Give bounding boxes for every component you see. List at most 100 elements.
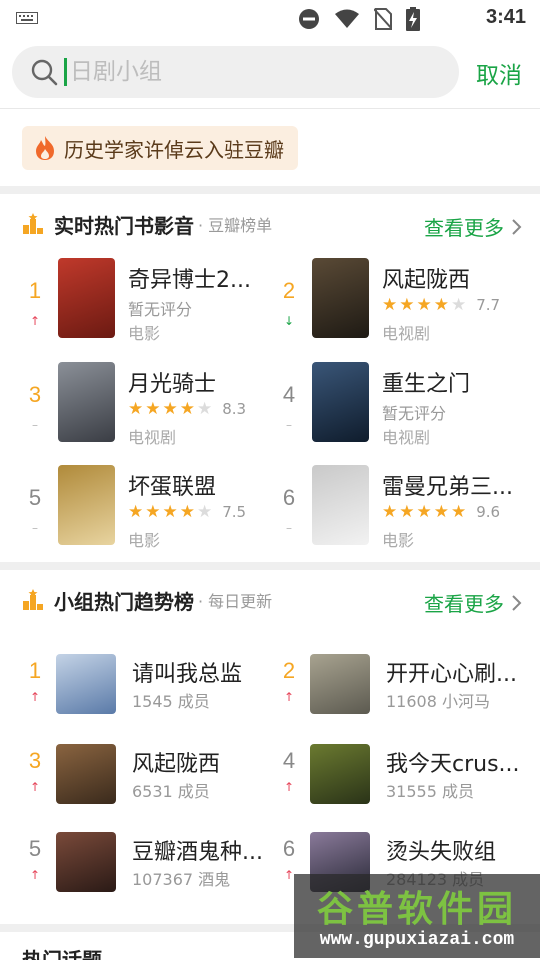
media-type: 电视剧 [382, 428, 431, 447]
battery-charging-icon [406, 7, 420, 31]
star-icon: ★ [451, 294, 467, 315]
rating: ★ ★ ★ ★ ★ 9.6 [382, 503, 500, 521]
group-members: 1545 成员 [132, 692, 210, 711]
media-item[interactable]: 5 – 坏蛋联盟 ★ ★ ★ ★ ★ 7.5 电影 [22, 465, 272, 551]
star-icon: ★ [382, 501, 398, 522]
rating: ★ ★ ★ ★ ★ 7.7 [382, 296, 500, 314]
group-members: 11608 小河马 [386, 692, 490, 711]
section-subtitle: · 豆瓣榜单 [198, 216, 273, 235]
group-title: 豆瓣酒鬼种... [132, 840, 263, 865]
rank-number: 5 [28, 485, 42, 510]
watermark: 谷普软件园 www.gupuxiazai.com [294, 874, 540, 958]
trend-flat-icon: – [32, 418, 38, 432]
rating-score: 8.3 [222, 400, 247, 418]
search-input[interactable] [70, 56, 430, 88]
star-icon: ★ [197, 501, 213, 522]
see-more-label: 查看更多 [424, 592, 504, 616]
section-title: 实时热门书影音 [54, 213, 194, 238]
media-title: 奇异博士2... [128, 268, 251, 293]
trend-up-icon: ↑ [29, 690, 41, 704]
star-icon: ★ [399, 501, 415, 522]
see-more-link[interactable]: 查看更多 [424, 588, 522, 617]
star-icon: ★ [145, 398, 161, 419]
group-members: 107367 酒鬼 [132, 870, 231, 889]
star-icon: ★ [197, 398, 213, 419]
rank-number: 1 [28, 658, 42, 683]
group-item[interactable]: 4 ↑ 我今天crus... 31555 成员 [276, 742, 526, 808]
media-type: 电影 [382, 531, 415, 550]
group-members: 6531 成员 [132, 782, 210, 801]
hot-groups-header: 小组热门趋势榜 · 每日更新 查看更多 [22, 580, 522, 620]
rank-number: 5 [28, 836, 42, 861]
wifi-icon [335, 9, 359, 28]
star-icon: ★ [179, 501, 195, 522]
flame-icon [36, 136, 54, 160]
text-cursor [64, 58, 67, 86]
group-item[interactable]: 5 ↑ 豆瓣酒鬼种... 107367 酒鬼 [22, 830, 272, 896]
hot-topics-title: 热门话题 [22, 948, 102, 960]
trend-flat-icon: – [32, 521, 38, 535]
watermark-logo: 谷普软件园 [316, 889, 517, 930]
search-box[interactable] [12, 46, 459, 98]
group-avatar [56, 654, 116, 714]
ranking-icon [23, 213, 43, 234]
section-title: 小组热门趋势榜 [54, 589, 194, 614]
star-icon: ★ [128, 501, 144, 522]
group-item[interactable]: 3 ↑ 风起陇西 6531 成员 [22, 742, 272, 808]
group-avatar [310, 744, 370, 804]
media-item[interactable]: 4 – 重生之门 暂无评分 电视剧 [276, 362, 526, 448]
poster-image [58, 258, 115, 338]
group-avatar [310, 654, 370, 714]
star-icon: ★ [416, 501, 432, 522]
media-item[interactable]: 6 – 雷曼兄弟三... ★ ★ ★ ★ ★ 9.6 电影 [276, 465, 526, 551]
trend-up-icon: ↑ [29, 868, 41, 882]
trend-up-icon: ↑ [29, 780, 41, 794]
rank-number: 4 [282, 748, 296, 773]
media-item[interactable]: 3 – 月光骑士 ★ ★ ★ ★ ★ 8.3 电视剧 [22, 362, 272, 448]
do-not-disturb-icon [299, 9, 319, 29]
poster-image [312, 465, 369, 545]
poster-image [58, 465, 115, 545]
media-type: 电视剧 [128, 428, 177, 447]
rating-score: 7.5 [222, 503, 247, 521]
group-item[interactable]: 2 ↑ 开开心心刷... 11608 小河马 [276, 652, 526, 718]
rank-number: 6 [282, 836, 296, 861]
section-separator [0, 186, 540, 194]
section-subtitle: · 每日更新 [198, 592, 273, 611]
star-icon: ★ [145, 501, 161, 522]
group-avatar [56, 832, 116, 892]
poster-image [58, 362, 115, 442]
media-title: 坏蛋联盟 [128, 475, 217, 500]
star-icon: ★ [433, 501, 449, 522]
hot-media-header: 实时热门书影音 · 豆瓣榜单 查看更多 [22, 204, 522, 244]
search-icon [31, 59, 58, 86]
rating: ★ ★ ★ ★ ★ 7.5 [128, 503, 246, 521]
chevron-right-icon [512, 594, 522, 611]
media-title: 月光骑士 [128, 372, 217, 397]
star-icon: ★ [128, 398, 144, 419]
rank-number: 6 [282, 485, 296, 510]
star-icon: ★ [451, 501, 467, 522]
media-item[interactable]: 1 ↑ 奇异博士2... 暂无评分 电影 [22, 258, 272, 344]
media-title: 重生之门 [382, 372, 471, 397]
watermark-url: www.gupuxiazai.com [319, 930, 515, 950]
trend-up-icon: ↑ [283, 690, 295, 704]
group-item[interactable]: 1 ↑ 请叫我总监 1545 成员 [22, 652, 272, 718]
group-title: 我今天crus... [386, 752, 520, 777]
see-more-link[interactable]: 查看更多 [424, 212, 522, 241]
status-bar: 3:41 [0, 0, 540, 36]
star-icon: ★ [382, 294, 398, 315]
group-title: 开开心心刷... [386, 662, 517, 687]
group-avatar [56, 744, 116, 804]
group-title: 请叫我总监 [132, 662, 243, 687]
rank-number: 4 [282, 382, 296, 407]
search-row: 取消 [12, 46, 528, 98]
promo-banner[interactable]: 历史学家许倬云入驻豆瓣 [22, 126, 298, 170]
media-type: 电视剧 [382, 324, 431, 343]
rating: 暂无评分 [128, 296, 192, 320]
cancel-button[interactable]: 取消 [476, 56, 522, 90]
rank-number: 3 [28, 748, 42, 773]
media-type: 电影 [128, 531, 161, 550]
group-title: 烫头失败组 [386, 840, 497, 865]
media-item[interactable]: 2 ↓ 风起陇西 ★ ★ ★ ★ ★ 7.7 电视剧 [276, 258, 526, 344]
